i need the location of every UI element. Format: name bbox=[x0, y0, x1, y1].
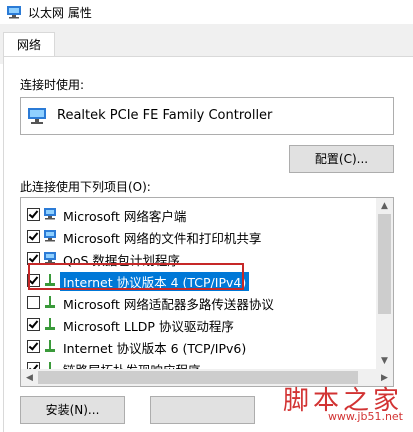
list-item-label: Microsoft 网络客户端 bbox=[63, 209, 187, 224]
tab-network[interactable]: 网络 bbox=[3, 32, 55, 57]
annotation-highlight-box bbox=[28, 263, 244, 290]
scroll-left-icon[interactable]: ◀ bbox=[21, 370, 38, 386]
watermark-url: www.jb51.net bbox=[327, 410, 403, 423]
list-item-label: Microsoft 网络的文件和打印机共享 bbox=[63, 231, 262, 246]
window-title: 以太网 属性 bbox=[28, 6, 92, 20]
list-item-label: Internet 协议版本 6 (TCP/IPv6) bbox=[63, 341, 247, 356]
protocol-icon bbox=[45, 318, 55, 330]
network-adapter-icon bbox=[7, 6, 21, 19]
configure-button[interactable]: 配置(C)... bbox=[289, 145, 394, 173]
list-item[interactable]: Internet 协议版本 6 (TCP/IPv6) bbox=[21, 335, 375, 357]
file-share-icon bbox=[44, 230, 56, 242]
checkbox[interactable] bbox=[27, 230, 40, 243]
scroll-up-icon[interactable]: ▲ bbox=[376, 198, 393, 214]
components-list[interactable]: Microsoft 网络客户端 Microsoft 网络的文件和打印机共享 Qo… bbox=[20, 197, 394, 387]
uninstall-button[interactable] bbox=[150, 396, 255, 424]
install-button[interactable]: 安装(N)... bbox=[20, 396, 125, 424]
list-item-label: Microsoft 网络适配器多路传送器协议 bbox=[63, 297, 274, 312]
list-item-label: Microsoft LLDP 协议驱动程序 bbox=[63, 319, 234, 334]
network-adapter-icon bbox=[28, 108, 46, 124]
protocol-icon bbox=[45, 340, 55, 352]
list-item[interactable]: Microsoft LLDP 协议驱动程序 bbox=[21, 313, 375, 335]
watermark: 脚本之家 www.jb51.net bbox=[273, 380, 403, 428]
title-bar: 以太网 属性 bbox=[0, 0, 413, 25]
network-client-icon bbox=[44, 208, 56, 220]
connect-using-label: 连接时使用: bbox=[20, 78, 85, 92]
list-item[interactable]: Microsoft 网络的文件和打印机共享 bbox=[21, 225, 375, 247]
scroll-down-icon[interactable]: ▼ bbox=[376, 353, 393, 369]
items-label: 此连接使用下列项目(O): bbox=[20, 180, 151, 194]
checkbox[interactable] bbox=[27, 318, 40, 331]
checkbox[interactable] bbox=[27, 296, 40, 309]
checkbox[interactable] bbox=[27, 340, 40, 353]
vertical-scroll-thumb[interactable] bbox=[378, 214, 391, 314]
vertical-scrollbar[interactable]: ▲ ▼ bbox=[376, 198, 393, 369]
list-item[interactable]: Microsoft 网络适配器多路传送器协议 bbox=[21, 291, 375, 313]
checkbox[interactable] bbox=[27, 208, 40, 221]
list-item[interactable]: Microsoft 网络客户端 bbox=[21, 203, 375, 225]
adapter-field: Realtek PCIe FE Family Controller bbox=[20, 97, 394, 135]
adapter-name: Realtek PCIe FE Family Controller bbox=[57, 108, 273, 123]
protocol-icon bbox=[45, 296, 55, 308]
